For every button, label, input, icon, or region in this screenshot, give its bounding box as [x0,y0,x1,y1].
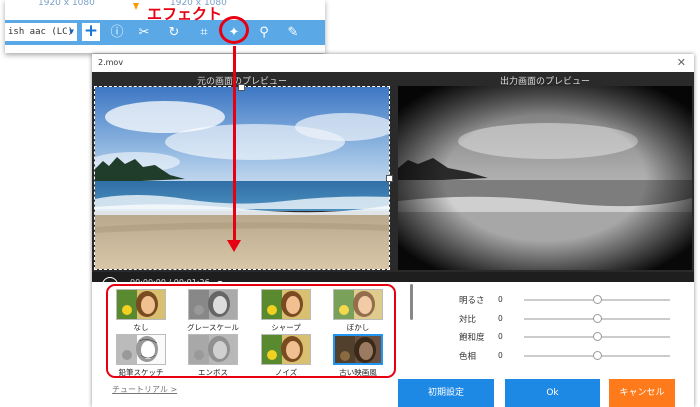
window-title: 2.mov [98,58,124,67]
effect-callout-label: エフェクト [147,5,223,23]
adjustment-value: 0 [498,351,503,360]
audio-format-value: ish aac (LC) [8,27,74,37]
effect-thumbnail[interactable] [188,289,238,320]
cancel-button[interactable]: キャンセル [609,379,675,407]
effect-thumbnail[interactable] [261,334,311,365]
adjustment-label: 明るさ [459,296,485,306]
effect-thumbnail[interactable] [333,289,383,320]
watermark-icon[interactable]: ⚲ [252,20,276,45]
edit-icon[interactable]: ✎ [281,20,305,45]
crop-handle[interactable] [386,175,393,182]
adjustment-label: 対比 [459,315,477,325]
effect-label: 古い映画風 [339,368,377,377]
close-icon[interactable]: ✕ [677,54,686,72]
effect-editor-window: 2.mov ✕ 元の画面のプレビュー 出力画面のプレビュー なし グレースケール… [92,54,694,407]
original-preview-image[interactable] [94,86,390,270]
output-preview-label: 出力画面のプレビュー [499,77,590,87]
chevron-down-icon: ▼ [69,27,74,36]
resolution-text-left: 1920 x 1080 [38,0,95,8]
crop-handle[interactable] [238,84,245,91]
adjustment-slider-handle[interactable] [593,295,602,304]
add-button[interactable]: + [82,23,100,41]
old-film-beach-scene [398,86,692,270]
effect-label: ノイズ [274,368,298,377]
effect-highlight-circle [219,16,249,44]
audio-format-select[interactable]: ish aac (LC) ▼ [5,23,77,41]
effect-label: グレースケール [186,323,240,332]
effect-label: エンボス [198,368,228,377]
effect-panel: なし グレースケール シャープ ぼかし鉛筆スケッチ エンボス ノイズ 古い映画風 明るさ 0 対… [92,282,694,379]
effect-thumbnail[interactable] [116,334,166,365]
effect-thumbnail[interactable] [261,289,311,320]
adjustment-label: 飽和度 [459,333,485,343]
effect-label: シャープ [271,323,301,332]
adjustment-slider-handle[interactable] [593,351,602,360]
effect-label: 鉛筆スケッチ [118,368,164,377]
reset-button[interactable]: 初期設定 [398,379,494,407]
effects-scrollbar[interactable] [410,284,413,320]
adjustment-value: 0 [498,314,503,323]
effect-thumbnail[interactable] [188,334,238,365]
tutorial-link[interactable]: チュートリアル > [112,384,177,395]
effect-label: なし [133,323,149,332]
callout-arrow-head [227,240,241,252]
output-preview-image [398,86,692,270]
effect-label: ぼかし [346,323,370,332]
adjustment-value: 0 [498,295,503,304]
effect-thumbnail[interactable] [116,289,166,320]
trim-marker-icon [133,3,139,10]
info-icon[interactable]: ⓘ [105,20,129,45]
beach-scene [95,87,389,269]
adjustment-value: 0 [498,332,503,341]
adjustment-label: 色相 [459,352,477,362]
adjustment-slider-handle[interactable] [593,314,602,323]
effect-thumbnail[interactable] [333,334,383,365]
ok-button[interactable]: Ok [505,379,600,407]
window-titlebar: 2.mov ✕ [92,54,694,72]
callout-arrow-line [233,46,236,242]
adjustment-slider-handle[interactable] [593,332,602,341]
